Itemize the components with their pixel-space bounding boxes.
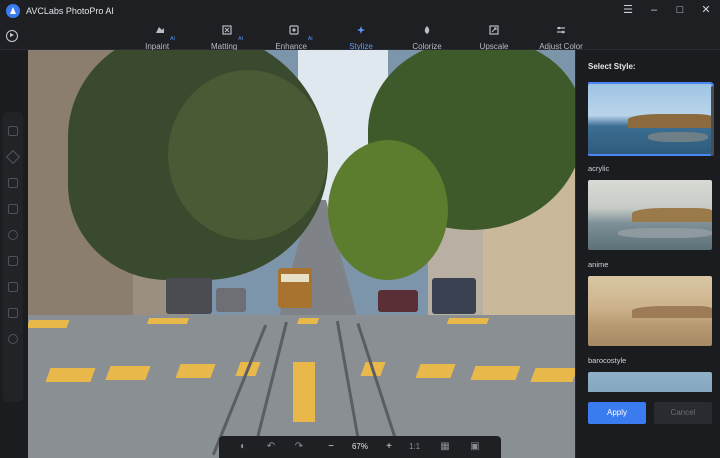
style-item-anime[interactable]: anime	[588, 180, 712, 269]
crosswalk-stripe	[470, 366, 521, 380]
inpaint-icon	[156, 27, 164, 33]
ai-badge: AI	[170, 36, 175, 42]
cancel-button[interactable]: Cancel	[654, 402, 712, 424]
zoom-in-icon[interactable]: +	[383, 441, 395, 453]
save-icon[interactable]: ▣	[469, 441, 481, 453]
photo-car	[378, 290, 418, 312]
style-list: acrylic anime barocostyle	[588, 82, 716, 392]
photo-car	[432, 278, 476, 314]
style-label: barocostyle	[588, 356, 627, 365]
photo-cable-car	[278, 268, 312, 308]
colorize-icon	[424, 26, 430, 34]
adjust-color-icon	[557, 26, 565, 34]
title-bar: AVCLabs PhotoPro AI ☰ – □ ✕	[0, 0, 720, 22]
crosswalk-stripe	[446, 318, 490, 324]
crop-tool-icon[interactable]	[8, 308, 18, 318]
ellipse-tool-icon[interactable]	[8, 230, 18, 240]
style-item-acrylic[interactable]: acrylic	[588, 82, 714, 173]
redo-icon[interactable]: ↷	[293, 441, 305, 453]
window-controls: ☰ – □ ✕	[622, 4, 712, 16]
style-panel: Select Style: acrylic anime barocostyle	[575, 50, 720, 458]
upscale-icon	[489, 25, 499, 35]
crosswalk-stripe	[105, 366, 151, 380]
enhance-icon	[289, 25, 299, 35]
apply-button[interactable]: Apply	[588, 402, 646, 424]
stylize-icon	[357, 26, 365, 34]
image-canvas[interactable]	[28, 50, 575, 458]
tool-group	[3, 112, 23, 402]
crosswalk-stripe	[28, 320, 70, 328]
left-tool-rail	[0, 50, 28, 458]
brush-tool-icon[interactable]	[5, 149, 21, 165]
close-icon[interactable]: ✕	[700, 4, 712, 16]
tab-matting[interactable]: MattingAI	[206, 22, 248, 51]
crosswalk-stripe	[175, 364, 216, 378]
tab-colorize[interactable]: Colorize	[409, 22, 445, 51]
actual-size-button[interactable]: 1:1	[409, 440, 420, 454]
history-tool-icon[interactable]	[8, 334, 18, 344]
zoom-bar: ◐ ↶ ↷ − 67% + 1:1 ▦ ▣	[219, 436, 501, 458]
minimize-icon[interactable]: –	[648, 4, 660, 16]
photo-tree	[168, 70, 328, 240]
crosswalk-stripe	[45, 368, 96, 382]
undo-icon[interactable]: ↶	[265, 441, 277, 453]
pointer-tool-icon[interactable]	[8, 178, 18, 188]
style-item-barocostyle[interactable]: barocostyle	[588, 276, 712, 365]
crosswalk-stripe	[415, 364, 456, 378]
tab-upscale[interactable]: Upscale	[476, 22, 512, 51]
ai-badge: AI	[238, 36, 243, 42]
style-thumbnail[interactable]	[588, 180, 712, 250]
crosswalk-stripe	[146, 318, 190, 324]
style-thumbnail[interactable]	[588, 276, 712, 346]
main-toolbar: InpaintAI MattingAI EnhanceAI Stylize Co…	[0, 22, 720, 51]
app-logo-icon	[6, 4, 20, 18]
photo-tree	[328, 140, 448, 280]
zoom-out-icon[interactable]: −	[325, 441, 337, 453]
history-icon[interactable]	[6, 30, 18, 42]
tab-enhance[interactable]: EnhanceAI	[272, 22, 316, 51]
crosswalk-stripe	[530, 368, 575, 382]
ai-badge: AI	[307, 36, 313, 42]
photo-car	[166, 278, 212, 314]
panel-title: Select Style:	[588, 62, 636, 71]
select-tool-icon[interactable]	[8, 126, 18, 136]
lane-marking	[293, 362, 315, 422]
style-label: acrylic	[588, 164, 610, 173]
tab-stylize[interactable]: Stylize	[344, 22, 378, 51]
style-thumbnail[interactable]	[588, 372, 712, 392]
style-item-next[interactable]	[588, 372, 712, 392]
mask-tool-icon[interactable]	[8, 282, 18, 292]
style-list-scrollbar[interactable]	[711, 86, 714, 156]
maximize-icon[interactable]: □	[674, 4, 686, 16]
menu-icon[interactable]: ☰	[622, 4, 634, 16]
compare-icon[interactable]: ◐	[237, 441, 249, 453]
crosswalk-stripe	[296, 318, 320, 324]
zoom-level: 67%	[351, 442, 368, 451]
tab-adjust-color[interactable]: Adjust Color	[536, 22, 586, 51]
style-thumbnail[interactable]	[588, 82, 714, 156]
fit-screen-icon[interactable]: ▦	[439, 441, 451, 453]
rectangle-tool-icon[interactable]	[8, 204, 18, 214]
style-label: anime	[588, 260, 609, 269]
matting-icon	[222, 25, 232, 35]
layers-tool-icon[interactable]	[8, 256, 18, 266]
photo-car	[216, 288, 246, 312]
app-title: AVCLabs PhotoPro AI	[26, 6, 114, 16]
tab-inpaint[interactable]: InpaintAI	[140, 22, 180, 51]
